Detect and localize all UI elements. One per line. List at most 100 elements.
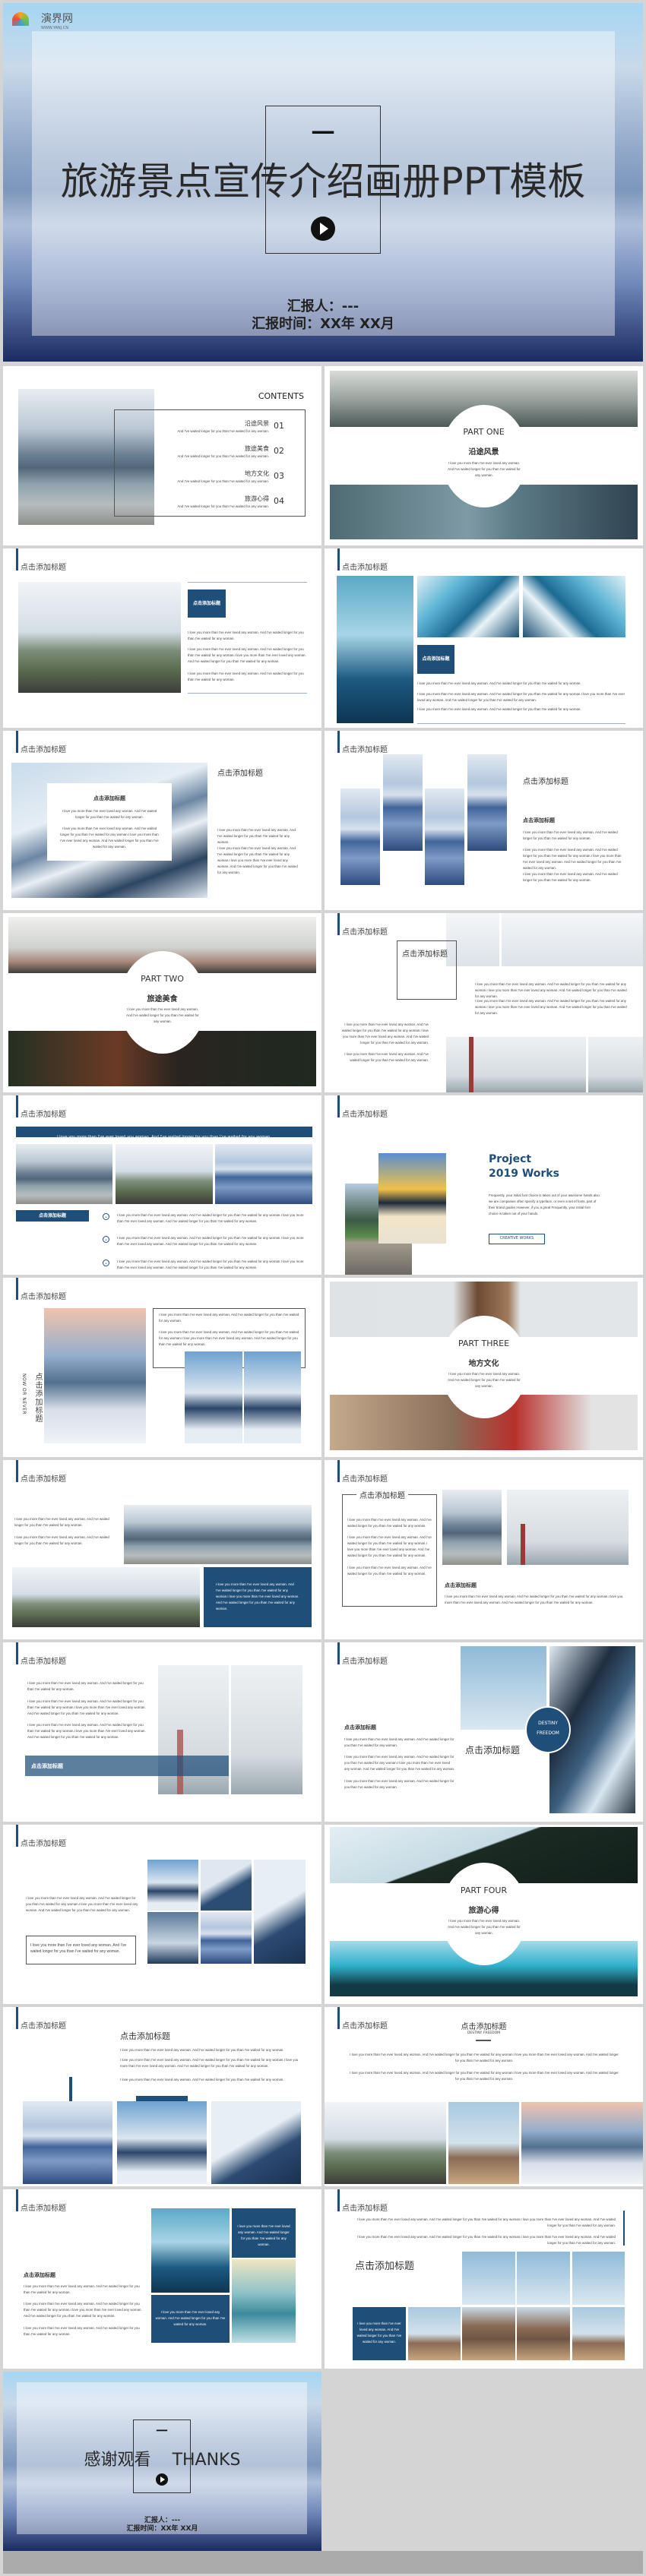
contents-item[interactable]: 沿途风景 01 And I've waited longer for you t…	[155, 419, 292, 442]
accent-bar	[623, 2211, 625, 2246]
title-accent-bar	[16, 2007, 18, 2029]
section-title: 点击添加标题	[120, 2031, 170, 2041]
content-slide: 点击添加标题 点击添加标题 I love you more than I've …	[3, 731, 321, 910]
content-slide: 点击添加标题 点击添加标题 I love you more than I've …	[325, 1460, 643, 1639]
photo	[521, 2102, 643, 2184]
title-accent-bar	[16, 2189, 18, 2211]
lake-strip-photo	[383, 754, 423, 851]
slide-title: 点击添加标题	[21, 1658, 66, 1666]
ice-peak-photo	[232, 2259, 296, 2343]
cloud-peak-photo	[244, 1351, 301, 1443]
paragraph: I love you more than I've ever loved any…	[188, 672, 304, 681]
play-icon[interactable]	[156, 2473, 168, 2486]
slide-title: 点击添加标题	[342, 1111, 388, 1119]
thanks-dash: 一	[156, 2424, 168, 2438]
center-subtitle: DESTINY FREEDOM	[467, 2031, 501, 2035]
play-icon[interactable]	[311, 217, 335, 241]
photo	[254, 1860, 306, 1964]
item-number: 02	[274, 446, 284, 456]
paragraph: I love you more than I've ever loved any…	[341, 1022, 429, 1045]
paragraph: I love you more than I've ever loved any…	[120, 2058, 299, 2068]
photo	[116, 1144, 213, 1204]
box-text: I love you more than I've ever loved any…	[30, 1943, 127, 1954]
chevron-down-icon: ⌄	[103, 1213, 109, 1220]
part-desc: I love you more than I've ever loved any…	[448, 1919, 521, 1935]
title-accent-bar	[16, 1825, 18, 1847]
item-desc: And I've waited longer for you than I've…	[177, 454, 269, 458]
traveler-photo	[442, 1490, 502, 1565]
mountain-tile	[462, 2307, 515, 2360]
content-slide: 点击添加标题 点击添加标题 I love you more than I've …	[3, 548, 321, 728]
paragraph: I love you more than I've ever loved any…	[445, 1595, 623, 1604]
bottom-bar	[3, 2551, 643, 2574]
content-slide: 点击添加标题 DESTINY FREEDOM 点击添加标题 I love you…	[325, 1642, 643, 1822]
contents-item[interactable]: 旅游心得 04 And I've waited longer for you t…	[155, 495, 292, 517]
paragraph: I love you more than I've ever loved any…	[24, 2326, 140, 2336]
destiny-badge	[525, 1706, 571, 1753]
content-slide: 点击添加标题 点击添加标题 I love you more than I've …	[325, 913, 643, 1092]
paragraph: I love you more than I've ever loved any…	[14, 1517, 109, 1527]
title-box: 点击添加标题	[188, 589, 226, 618]
subtitle: 点击添加标题	[523, 817, 555, 823]
title-accent-bar	[337, 1642, 340, 1664]
paragraph: I love you more than I've ever loved any…	[344, 1779, 454, 1789]
content-slide: 点击添加标题 点击添加标题 I love you more than I've …	[3, 2189, 321, 2369]
sky-tile	[572, 2252, 625, 2305]
paragraph: I love you more than I've ever loved any…	[475, 982, 627, 998]
paragraph: I love you more than I've ever loved any…	[417, 681, 581, 685]
content-slide: 点击添加标题 点击添加标题 I love you more than I've …	[3, 2007, 321, 2186]
card-text: I love you more than I've ever loved any…	[356, 2322, 402, 2344]
creative-works-button[interactable]: CREATIVE WORKS	[489, 1234, 545, 1244]
box-title: 点击添加标题	[356, 1489, 408, 1500]
paragraph: I love you more than I've ever loved any…	[216, 1582, 299, 1610]
paragraph: I love you more than I've ever loved any…	[120, 2078, 284, 2081]
contents-heading: CONTENTS	[258, 391, 304, 401]
paragraph: I love you more than I've ever loved any…	[217, 846, 298, 874]
contents-item[interactable]: 旅途美食 02 And I've waited longer for you t…	[155, 444, 292, 467]
contents-item[interactable]: 地方文化 03 And I've waited longer for you t…	[155, 469, 292, 492]
item-desc: And I've waited longer for you than I've…	[177, 429, 269, 433]
content-slide: 点击添加标题 NOW OR NEVER 点击添加标题 I love you mo…	[3, 1278, 321, 1457]
slide-title: 点击添加标题	[21, 1111, 66, 1119]
matterhorn-photo	[44, 1308, 146, 1443]
slide-title: 点击添加标题	[342, 746, 388, 754]
paragraph: I love you more than I've ever loved any…	[24, 2284, 140, 2294]
title-box: 点击添加标题	[417, 645, 454, 674]
bridge-photo	[588, 1037, 643, 1092]
item-number: 03	[274, 471, 284, 481]
paragraph: I love you more than I've ever loved any…	[523, 848, 622, 870]
title-button[interactable]: 点击添加标题	[16, 1210, 89, 1222]
title-accent-bar	[337, 2189, 340, 2211]
slide-title: 点击添加标题	[342, 928, 388, 937]
paragraph: I love you more than I've ever loved any…	[350, 2071, 619, 2081]
slide-title: 点击添加标题	[21, 564, 66, 572]
paragraph: I love you more than I've ever loved any…	[14, 1535, 109, 1545]
part-desc: I love you more than I've ever loved any…	[126, 1007, 199, 1023]
slide-title: 点击添加标题	[342, 2205, 388, 2213]
paragraph: I love you more than I've ever loved any…	[417, 707, 581, 711]
paragraph: I love you more than I've ever loved any…	[60, 827, 159, 849]
title-accent-bar	[16, 1278, 18, 1300]
part-label: PART ONE	[463, 427, 505, 437]
part-desc: I love you more than I've ever loved any…	[448, 1372, 521, 1388]
cover-date: 汇报时间：XX年 XX月	[252, 316, 394, 332]
slide-title: 点击添加标题	[21, 2022, 66, 2031]
part-label: PART FOUR	[460, 1885, 508, 1895]
section-title: 点击添加标题	[523, 778, 568, 786]
photo	[448, 2102, 519, 2184]
fog-photo	[502, 913, 643, 966]
logo-text: 演界网	[41, 13, 73, 25]
paragraph: I love you more than I've ever loved any…	[24, 2302, 142, 2318]
slide-title: 点击添加标题	[21, 1475, 66, 1484]
mountain-photo	[337, 576, 413, 723]
mountain-tile	[572, 2307, 625, 2360]
paragraph: I love you more than I've ever loved any…	[159, 1313, 299, 1323]
paragraph: I love you more than I've ever loved any…	[523, 872, 618, 882]
item-desc: And I've waited longer for you than I've…	[177, 479, 269, 483]
subtitle: 点击添加标题	[344, 1724, 376, 1731]
paragraph: I love you more than I've ever loved any…	[27, 1723, 146, 1739]
section-title: 点击添加标题	[355, 2261, 415, 2272]
thanks-date: 汇报时间：XX年 XX月	[126, 2525, 198, 2533]
backpacker-photo	[18, 582, 181, 693]
contents-slide: CONTENTS 沿途风景 01 And I've waited longer …	[3, 366, 321, 545]
